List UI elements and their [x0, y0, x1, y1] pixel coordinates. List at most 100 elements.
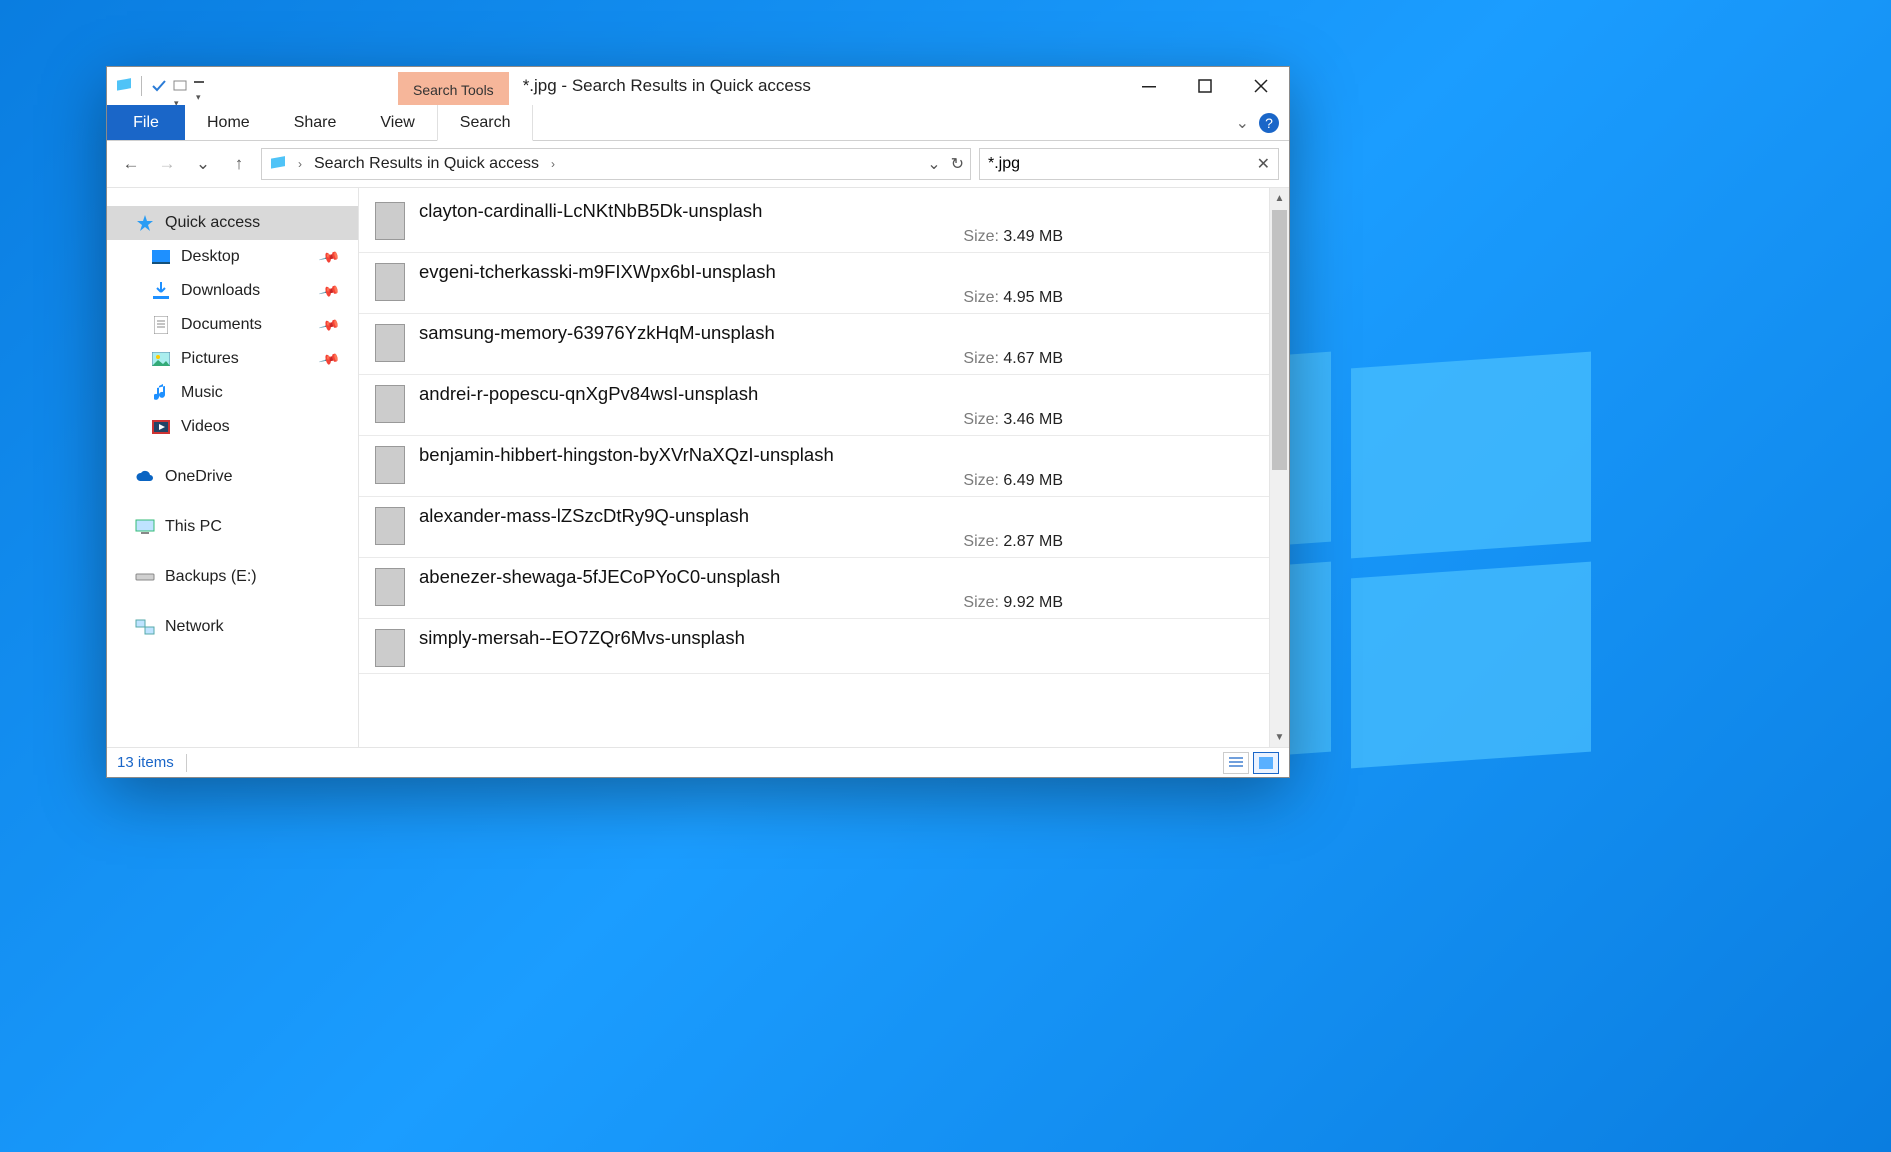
thumbnail-icon [375, 629, 405, 667]
result-filename: evgeni-tcherkasski-m9FIXWpx6bI-unsplash [419, 261, 1253, 283]
nav-item-documents[interactable]: Documents📌 [107, 308, 358, 342]
properties-icon[interactable] [150, 77, 168, 95]
location-icon [268, 154, 288, 174]
address-dropdown-icon[interactable]: ⌄ [927, 154, 940, 174]
file-explorer-window: Search Tools *.jpg - Search Results in Q… [106, 66, 1290, 778]
separator [141, 76, 142, 96]
nav-backups-drive[interactable]: Backups (E:) [107, 560, 358, 594]
breadcrumb[interactable]: Search Results in Quick access [312, 155, 541, 173]
downloads-icon [151, 281, 171, 301]
star-icon [135, 213, 155, 233]
thumbnail-icon [375, 263, 405, 301]
thumbnail-icon [375, 324, 405, 362]
nav-item-videos[interactable]: Videos [107, 410, 358, 444]
scroll-up-icon[interactable]: ▲ [1270, 188, 1289, 208]
new-folder-icon[interactable] [172, 77, 190, 95]
search-box[interactable]: ✕ [979, 148, 1279, 180]
forward-button[interactable]: → [153, 150, 181, 178]
result-item[interactable]: simply-mersah--EO7ZQr6Mvs-unsplash [359, 619, 1269, 674]
quick-access-toolbar [107, 67, 220, 105]
contextual-tab-search-tools[interactable]: Search Tools [398, 72, 509, 105]
ribbon-tabs: File Home Share View Search ⌄ ? [107, 105, 1289, 141]
nav-label: This PC [165, 518, 222, 536]
result-size: Size: 3.49 MB [963, 228, 1253, 246]
result-item[interactable]: alexander-mass-lZSzcDtRy9Q-unsplashSize:… [359, 497, 1269, 558]
result-item[interactable]: abenezer-shewaga-5fJECoPYoC0-unsplash Siz… [359, 558, 1269, 619]
result-size: Size: 3.46 MB [963, 411, 1253, 429]
thumbnail-icon [375, 568, 405, 606]
back-button[interactable]: ← [117, 150, 145, 178]
nav-label: Network [165, 618, 224, 636]
nav-item-desktop[interactable]: Desktop 📌 [107, 240, 358, 274]
music-icon [151, 383, 171, 403]
ribbon-expand-icon[interactable]: ⌄ [1236, 113, 1249, 133]
result-filename: samsung-memory-63976YzkHqM-unsplash [419, 322, 1253, 344]
nav-label: Desktop [181, 248, 240, 266]
result-filename: abenezer-shewaga-5fJECoPYoC0-unsplash [419, 566, 1253, 588]
details-view-button[interactable] [1223, 752, 1249, 774]
pin-icon: 📌 [317, 279, 341, 302]
pin-icon: 📌 [317, 245, 341, 268]
vertical-scrollbar[interactable]: ▲ ▼ [1269, 188, 1289, 747]
videos-icon [151, 417, 171, 437]
up-button[interactable]: ↑ [225, 150, 253, 178]
cloud-icon [135, 467, 155, 487]
pictures-icon [151, 349, 171, 369]
tab-view[interactable]: View [358, 105, 436, 140]
nav-label: Quick access [165, 214, 260, 232]
minimize-button[interactable] [1121, 67, 1177, 105]
nav-label: OneDrive [165, 468, 233, 486]
tab-share[interactable]: Share [272, 105, 359, 140]
chevron-right-icon[interactable]: › [294, 157, 306, 171]
nav-network[interactable]: Network [107, 610, 358, 644]
maximize-button[interactable] [1177, 67, 1233, 105]
nav-quick-access[interactable]: Quick access [107, 206, 358, 240]
nav-label: Music [181, 384, 223, 402]
chevron-right-icon[interactable]: › [547, 157, 559, 171]
recent-locations-button[interactable]: ⌄ [189, 150, 217, 178]
scroll-down-icon[interactable]: ▼ [1270, 727, 1289, 747]
search-input[interactable] [988, 155, 1249, 173]
thumbnail-icon [375, 385, 405, 423]
result-filename: benjamin-hibbert-hingston-byXVrNaXQzI-un… [419, 444, 1253, 466]
pin-icon: 📌 [317, 347, 341, 370]
documents-icon [151, 315, 171, 335]
qat-customize-icon[interactable] [194, 77, 212, 95]
result-item[interactable]: samsung-memory-63976YzkHqM-unsplash Size:… [359, 314, 1269, 375]
result-item[interactable]: evgeni-tcherkasski-m9FIXWpx6bI-unsplashS… [359, 253, 1269, 314]
result-filename: alexander-mass-lZSzcDtRy9Q-unsplash [419, 505, 1253, 527]
desktop-icon [151, 247, 171, 267]
nav-item-pictures[interactable]: Pictures📌 [107, 342, 358, 376]
help-icon[interactable]: ? [1259, 113, 1279, 133]
result-size: Size: 4.67 MB [963, 350, 1253, 368]
pin-icon: 📌 [317, 313, 341, 336]
result-item[interactable]: andrei-r-popescu-qnXgPv84wsI-unsplashSiz… [359, 375, 1269, 436]
thumbnail-icon [375, 202, 405, 240]
separator [186, 754, 187, 772]
result-size: Size: 9.92 MB [963, 594, 1253, 612]
scrollbar-thumb[interactable] [1272, 210, 1287, 470]
thumbnails-view-button[interactable] [1253, 752, 1279, 774]
drive-icon [135, 567, 155, 587]
refresh-icon[interactable]: ↻ [951, 154, 964, 174]
address-bar[interactable]: › Search Results in Quick access › ⌄ ↻ [261, 148, 971, 180]
nav-item-downloads[interactable]: Downloads📌 [107, 274, 358, 308]
thumbnail-icon [375, 446, 405, 484]
result-item[interactable]: benjamin-hibbert-hingston-byXVrNaXQzI-un… [359, 436, 1269, 497]
network-icon [135, 617, 155, 637]
file-menu[interactable]: File [107, 105, 185, 140]
nav-label: Videos [181, 418, 230, 436]
result-item[interactable]: clayton-cardinalli-LcNKtNbB5Dk-unsplashS… [359, 192, 1269, 253]
results-pane: clayton-cardinalli-LcNKtNbB5Dk-unsplashS… [359, 188, 1289, 747]
tab-home[interactable]: Home [185, 105, 272, 140]
tab-search[interactable]: Search [437, 105, 534, 141]
title-bar[interactable]: Search Tools *.jpg - Search Results in Q… [107, 67, 1289, 105]
app-icon [115, 77, 133, 95]
nav-onedrive[interactable]: OneDrive [107, 460, 358, 494]
close-button[interactable] [1233, 67, 1289, 105]
navigation-pane: Quick access Desktop📌Downloads📌Documents… [107, 188, 359, 747]
navigation-bar: ← → ⌄ ↑ › Search Results in Quick access… [107, 141, 1289, 188]
nav-this-pc[interactable]: This PC [107, 510, 358, 544]
nav-item-music[interactable]: Music [107, 376, 358, 410]
clear-search-icon[interactable]: ✕ [1249, 154, 1270, 174]
